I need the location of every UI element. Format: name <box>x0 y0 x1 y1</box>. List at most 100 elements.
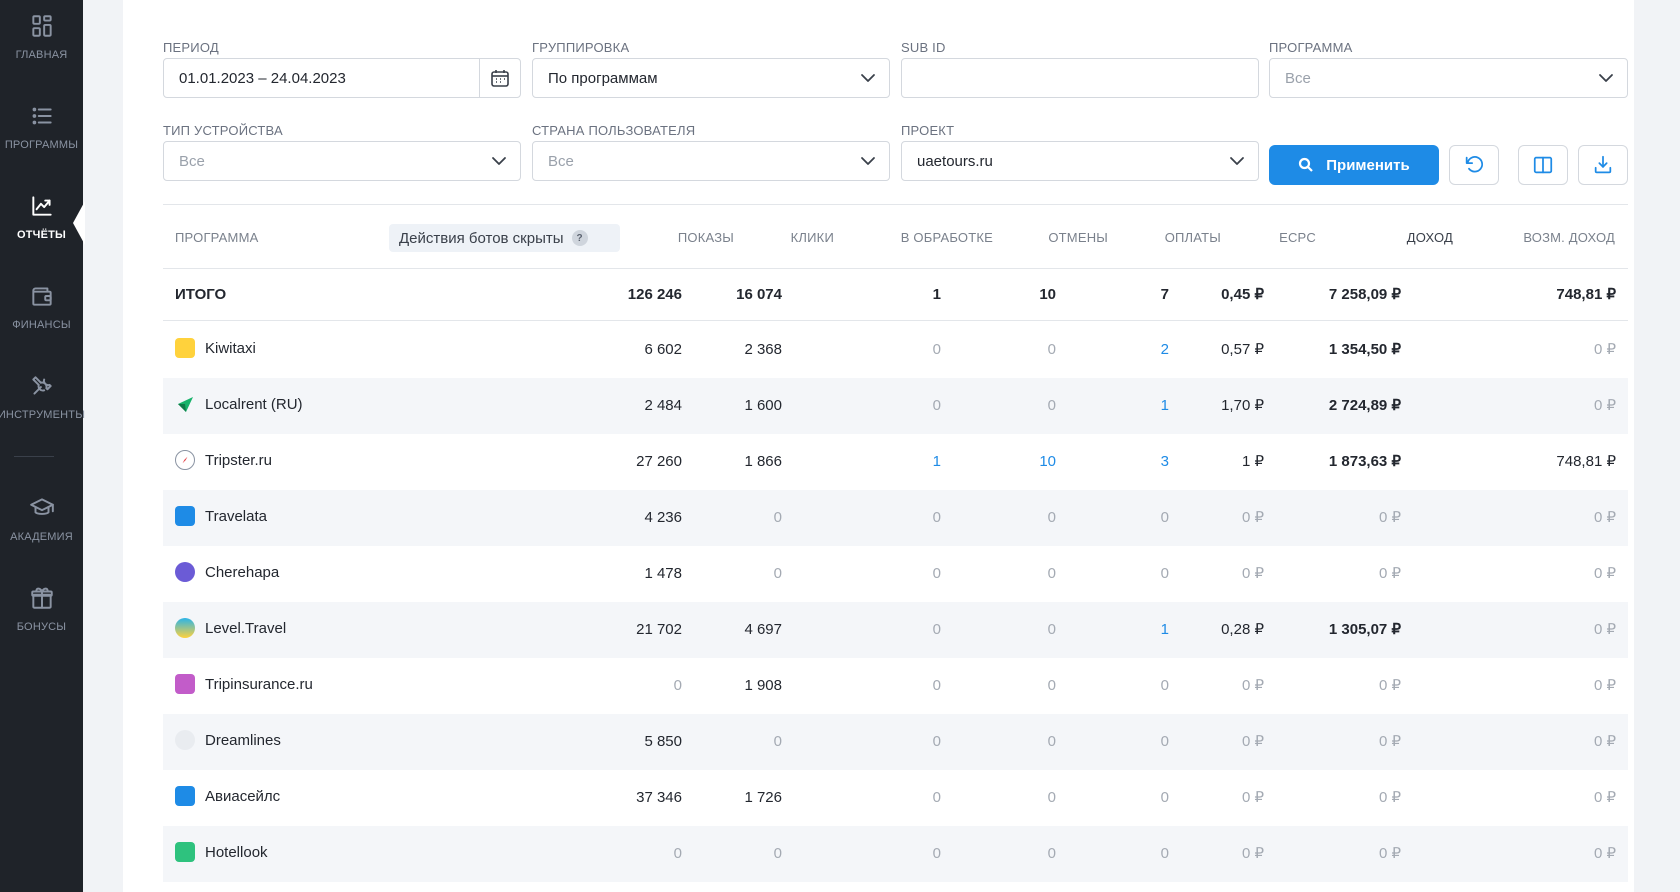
list-icon <box>32 107 52 125</box>
program-filter: ПРОГРАММА Все <box>1269 40 1628 104</box>
cell-processing: 0 <box>932 789 941 806</box>
th-program[interactable]: ПРОГРАММА <box>175 230 258 245</box>
cell-processing: 0 <box>932 677 941 694</box>
total-row: ИТОГО 126 246 16 074 1 10 7 0,45 ₽ 7 258… <box>163 269 1628 321</box>
cell-possible-income: 0 ₽ <box>1593 733 1616 750</box>
grouping-select[interactable]: По программам <box>532 58 890 98</box>
program-name-link[interactable]: Dreamlines <box>175 714 281 766</box>
nav-label: ИНСТРУМЕНТЫ <box>0 409 86 421</box>
tripinsurance-logo-icon <box>175 674 195 694</box>
reset-button[interactable] <box>1449 145 1499 185</box>
reset-icon <box>1465 156 1484 173</box>
cell-shows: 37 346 <box>636 789 682 806</box>
cell-payments[interactable]: 3 <box>1161 434 1169 490</box>
cell-payments: 0 <box>1160 789 1169 806</box>
cell-cancels[interactable]: 10 <box>1039 434 1056 490</box>
cell-payments[interactable]: 1 <box>1161 602 1169 658</box>
nav-item-tools[interactable]: ИНСТРУМЕНТЫ <box>0 360 86 440</box>
program-name-link[interactable]: Travelata <box>175 490 267 542</box>
cell-cancels: 0 <box>1047 677 1056 694</box>
cell-cancels: 0 <box>1047 845 1056 862</box>
filter-label: ГРУППИРОВКА <box>532 40 630 55</box>
th-possible-income[interactable]: ВОЗМ. ДОХОД <box>1523 230 1615 245</box>
program-name: Travelata <box>205 507 267 525</box>
table-row: Dreamlines 5 850 0 0 0 0 0 ₽ 0 ₽ 0 ₽ <box>163 714 1628 770</box>
cell-income: 0 ₽ <box>1378 509 1401 526</box>
th-ecpc[interactable]: ECPC <box>1279 230 1316 245</box>
th-payments[interactable]: ОПЛАТЫ <box>1165 230 1221 245</box>
program-name-link[interactable]: Localrent (RU) <box>175 378 303 430</box>
cell-processing: 0 <box>932 509 941 526</box>
th-processing[interactable]: В ОБРАБОТКЕ <box>901 230 993 245</box>
cell-ecpc: 0,28 ₽ <box>1221 621 1264 638</box>
nav-item-finance[interactable]: ФИНАНСЫ <box>0 270 83 350</box>
program-name-link[interactable]: Kiwitaxi <box>175 322 256 374</box>
project-value: uaetours.ru <box>917 152 993 170</box>
program-name-link[interactable]: Hotellook <box>175 826 268 878</box>
cell-ecpc: 0,57 ₽ <box>1221 341 1264 358</box>
nav-label: ПРОГРАММЫ <box>4 139 79 151</box>
cell-ecpc: 0 ₽ <box>1241 509 1264 526</box>
subid-input[interactable] <box>901 58 1259 98</box>
nav-item-home[interactable]: ГЛАВНАЯ <box>0 0 83 80</box>
program-name-link[interactable]: Авиасейлс <box>175 770 280 822</box>
table-row: Авиасейлс 37 346 1 726 0 0 0 0 ₽ 0 ₽ 0 ₽ <box>163 770 1628 826</box>
filter-label: СТРАНА ПОЛЬЗОВАТЕЛЯ <box>532 123 696 138</box>
localrent-logo-icon <box>175 394 195 414</box>
sidebar: ГЛАВНАЯ ПРОГРАММЫ ОТЧЁТЫ ФИНАНСЫ ИНСТРУМ… <box>0 0 86 892</box>
cell-cancels: 0 <box>1047 509 1056 526</box>
total-cancels: 10 <box>1039 286 1056 303</box>
gift-icon <box>30 587 53 609</box>
cell-shows: 0 <box>673 845 682 862</box>
calendar-icon[interactable] <box>490 68 510 88</box>
nav-item-academy[interactable]: АКАДЕМИЯ <box>0 482 83 562</box>
nav-label: БОНУСЫ <box>16 621 67 633</box>
grouping-filter: ГРУППИРОВКА По программам <box>532 40 890 104</box>
columns-button[interactable] <box>1518 145 1568 185</box>
cell-payments: 0 <box>1160 733 1169 750</box>
th-clicks[interactable]: КЛИКИ <box>791 230 834 245</box>
program-name-link[interactable]: Level.Travel <box>175 602 286 654</box>
program-placeholder: Все <box>1285 69 1311 87</box>
th-cancels[interactable]: ОТМЕНЫ <box>1048 230 1108 245</box>
compass-icon <box>175 450 195 470</box>
cell-processing[interactable]: 1 <box>933 434 941 490</box>
nav-item-bonuses[interactable]: БОНУСЫ <box>0 572 83 652</box>
device-select[interactable]: Все <box>163 141 521 181</box>
filter-label: ПЕРИОД <box>163 40 219 55</box>
total-clicks: 16 074 <box>736 286 782 303</box>
chevron-down-icon <box>860 71 876 85</box>
cell-payments[interactable]: 2 <box>1161 322 1169 378</box>
nav-label: ГЛАВНАЯ <box>15 49 68 61</box>
program-name-link[interactable]: Tripster.ru <box>175 434 272 486</box>
search-icon <box>1299 157 1314 172</box>
download-button[interactable] <box>1578 145 1628 185</box>
cell-payments[interactable]: 1 <box>1161 378 1169 434</box>
help-icon[interactable]: ? <box>571 230 588 246</box>
cell-processing: 0 <box>932 341 941 358</box>
project-select[interactable]: uaetours.ru <box>901 141 1259 181</box>
apply-button[interactable]: Применить <box>1269 145 1439 185</box>
th-income[interactable]: ДОХОД <box>1407 230 1453 245</box>
nav-item-reports[interactable]: ОТЧЁТЫ <box>0 180 83 260</box>
cell-processing: 0 <box>932 621 941 638</box>
program-name-link[interactable]: Tripinsurance.ru <box>175 658 313 710</box>
th-shows[interactable]: ПОКАЗЫ <box>678 230 734 245</box>
nav-item-programs[interactable]: ПРОГРАММЫ <box>0 90 83 170</box>
country-select[interactable]: Все <box>532 141 890 181</box>
cell-cancels: 0 <box>1047 621 1056 638</box>
period-input[interactable]: 01.01.2023 – 24.04.2023 <box>163 58 521 98</box>
program-name-link[interactable]: Cherehapa <box>175 546 279 598</box>
active-indicator <box>73 201 85 245</box>
total-payments: 7 <box>1160 286 1169 303</box>
program-name: Hotellook <box>205 843 268 861</box>
program-name: Level.Travel <box>205 619 287 637</box>
cell-shows: 1 478 <box>644 565 682 582</box>
program-name: Cherehapa <box>205 563 280 581</box>
program-select[interactable]: Все <box>1269 58 1628 98</box>
cell-income: 0 ₽ <box>1378 733 1401 750</box>
level-travel-logo-icon <box>175 618 195 638</box>
scrollbar-track[interactable] <box>1634 0 1680 892</box>
table-row: Tripster.ru 27 260 1 866 1 10 3 1 ₽ 1 873,63 ₽ 7… <box>163 434 1628 490</box>
bots-hidden-toggle[interactable]: Действия ботов скрыты ? <box>389 224 620 252</box>
